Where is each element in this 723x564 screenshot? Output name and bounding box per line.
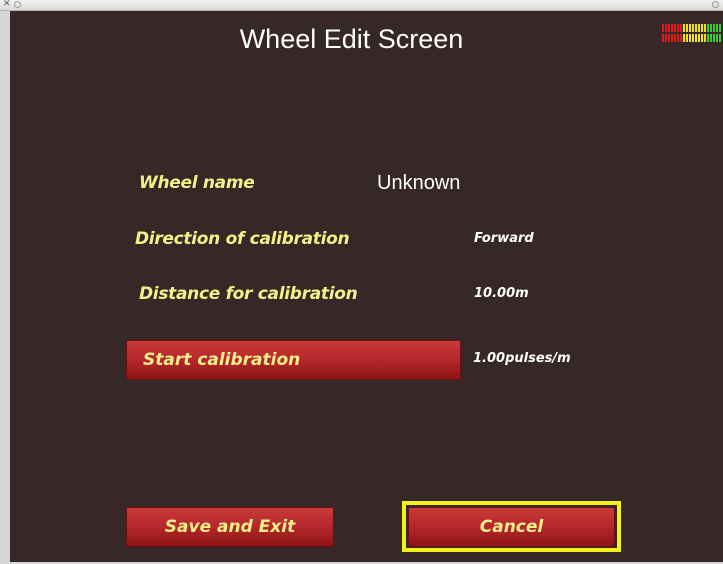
meter-segment [692, 24, 694, 32]
wheel-name-label: Wheel name [139, 173, 255, 193]
meter-segment [716, 34, 718, 42]
meter-segment [701, 24, 703, 32]
meter-segment [701, 34, 703, 42]
meter-segment [674, 34, 676, 42]
meter-segment [665, 34, 667, 42]
meter-segment [677, 24, 679, 32]
meter-segment [662, 34, 664, 42]
wheel-name-value[interactable]: Unknown [377, 172, 460, 195]
meter-segment [704, 34, 706, 42]
direction-of-calibration-label: Direction of calibration [135, 229, 350, 249]
meter-segment [716, 24, 718, 32]
meter-segment [710, 24, 712, 32]
meter-segment [671, 24, 673, 32]
meter-segment [674, 24, 676, 32]
window-menu-icon[interactable] [14, 1, 21, 8]
meter-segment [671, 34, 673, 42]
direction-of-calibration-value[interactable]: Forward [474, 231, 534, 246]
distance-for-calibration-label: Distance for calibration [139, 284, 358, 304]
meter-segment [668, 34, 670, 42]
page-title: Wheel Edit Screen [239, 24, 464, 54]
meter-segment [665, 24, 667, 32]
close-icon[interactable]: ✕ [3, 0, 11, 10]
meter-segment [680, 24, 682, 32]
window-titlebar: ✕ [0, 0, 723, 11]
meter-segment [695, 34, 697, 42]
meter-segment [686, 34, 688, 42]
meter-segment [713, 24, 715, 32]
meter-segment [719, 24, 721, 32]
cancel-button[interactable]: Cancel [408, 507, 615, 547]
meter-segment [683, 34, 685, 42]
meter-segment [680, 34, 682, 42]
meter-segment [713, 34, 715, 42]
save-and-exit-button[interactable]: Save and Exit [126, 507, 334, 547]
meter-segment [719, 34, 721, 42]
meter-segment [683, 24, 685, 32]
meter-segment [695, 24, 697, 32]
start-calibration-button[interactable]: Start calibration [126, 340, 461, 380]
meter-segment [707, 24, 709, 32]
meter-segment [692, 34, 694, 42]
signal-level-meter-icon [662, 24, 723, 44]
pulses-per-meter-value: 1.00pulses/m [473, 351, 571, 366]
wheel-edit-screen [10, 11, 723, 562]
meter-segment [704, 24, 706, 32]
meter-segment [710, 34, 712, 42]
meter-segment [686, 24, 688, 32]
window-maximize-icon[interactable] [712, 1, 719, 8]
meter-segment [689, 34, 691, 42]
meter-segment [689, 24, 691, 32]
meter-segment [662, 24, 664, 32]
meter-segment [698, 24, 700, 32]
distance-for-calibration-value[interactable]: 10.00m [474, 286, 529, 301]
meter-segment [698, 34, 700, 42]
meter-segment [668, 24, 670, 32]
meter-segment [707, 34, 709, 42]
meter-segment [677, 34, 679, 42]
